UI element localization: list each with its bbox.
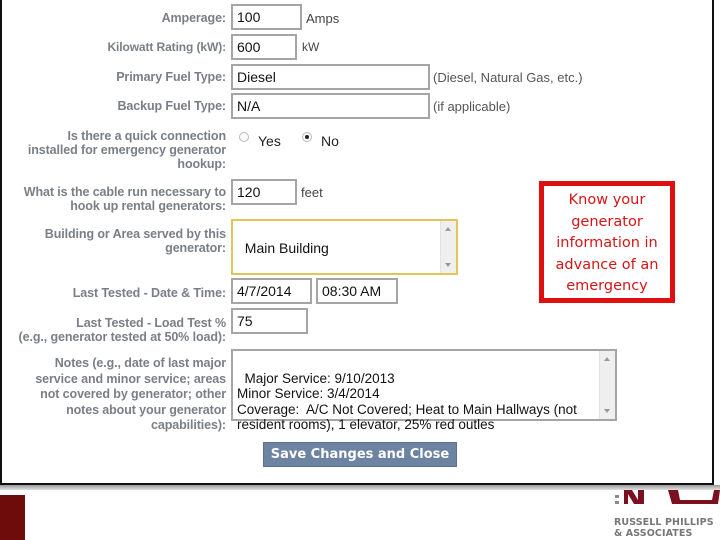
cable-run-label-line: hook up rental generators: <box>70 199 226 213</box>
notes-label-line: not covered by generator; other <box>40 387 226 401</box>
notes-scrollbar[interactable] <box>599 351 615 419</box>
quick-connection-label: Is there a quick connection installed fo… <box>28 129 226 171</box>
primary-fuel-label: Primary Fuel Type: <box>116 70 226 84</box>
notes-textarea[interactable]: Major Service: 9/10/2013 Minor Service: … <box>231 349 617 432</box>
notes-label: Notes (e.g., date of last major service … <box>35 356 226 434</box>
callout-line: information in <box>556 235 658 251</box>
amperage-label: Amperage: <box>161 11 227 25</box>
load-test-label-line: Last Tested - Load Test % <box>76 316 226 330</box>
logo-text-line2: & ASSOCIATES <box>614 528 693 539</box>
quick-connection-label-line: Is there a quick connection <box>67 129 227 143</box>
callout-line: emergency <box>566 278 648 294</box>
quick-connection-label-line: hookup: <box>177 157 226 171</box>
amperage-input[interactable]: 100 <box>231 4 302 30</box>
cable-run-label: What is the cable run necessary to hook … <box>24 185 226 213</box>
notes-label-line: Notes (e.g., date of last major <box>54 356 226 370</box>
building-area-label: Building or Area served by this generato… <box>45 227 226 255</box>
scroll-down-icon[interactable] <box>445 263 451 267</box>
load-test-input[interactable]: 75 <box>231 308 308 334</box>
building-area-label-line: Building or Area served by this <box>44 227 226 241</box>
notes-label-line: capabilities): <box>150 418 226 432</box>
notes-label-line: service and minor service; areas <box>35 371 226 386</box>
building-area-textarea[interactable]: Main Building <box>231 219 458 275</box>
last-tested-date-input[interactable]: 4/7/2014 <box>231 278 312 304</box>
scroll-down-icon[interactable] <box>604 409 610 413</box>
building-area-label-line: generator: <box>165 241 226 255</box>
last-tested-time-input[interactable]: 08:30 AM <box>316 278 398 304</box>
load-test-label: Last Tested - Load Test % (e.g., generat… <box>18 316 227 344</box>
primary-fuel-input[interactable]: Diesel <box>231 64 430 90</box>
backup-fuel-label: Backup Fuel Type: <box>117 99 226 113</box>
notes-label-line: notes about your generator <box>66 402 226 417</box>
backup-fuel-input[interactable]: N/A <box>231 93 430 119</box>
callout-line: generator <box>571 213 643 230</box>
quick-connection-yes-label[interactable]: Yes <box>258 133 281 149</box>
building-area-scrollbar[interactable] <box>440 221 456 273</box>
cable-run-input[interactable]: 120 <box>231 179 297 205</box>
scroll-up-icon[interactable] <box>604 357 610 361</box>
cable-run-label-line: What is the cable run necessary to <box>23 185 226 199</box>
last-tested-label: Last Tested - Date & Time: <box>72 286 226 300</box>
primary-fuel-hint: (Diesel, Natural Gas, etc.) <box>433 70 583 85</box>
kilowatt-input[interactable]: 600 <box>231 34 297 60</box>
load-test-label-line: (e.g., generator tested at 50% load): <box>18 330 227 344</box>
callout-line: Know your <box>568 192 646 208</box>
footer-red-block <box>0 495 25 540</box>
callout-box: Know your generator information in advan… <box>539 181 675 303</box>
quick-connection-yes-radio[interactable] <box>239 132 249 142</box>
quick-connection-label-line: installed for emergency generator <box>27 143 226 157</box>
quick-connection-no-label[interactable]: No <box>321 133 339 149</box>
backup-fuel-hint: (if applicable) <box>433 99 511 114</box>
cable-run-unit: feet <box>301 185 323 200</box>
quick-connection-no-radio[interactable] <box>302 132 312 142</box>
scroll-up-icon[interactable] <box>445 227 451 231</box>
amperage-unit: Amps <box>306 11 340 26</box>
kilowatt-unit: kW <box>302 40 320 54</box>
kilowatt-label: Kilowatt Rating (kW): <box>107 40 226 54</box>
building-area-value: Main Building <box>244 239 329 256</box>
save-changes-and-close-button[interactable]: Save Changes and Close <box>263 442 457 467</box>
callout-line: advance of an <box>555 256 659 273</box>
logo-text-line1: RUSSELL PHILLIPS <box>614 517 714 528</box>
